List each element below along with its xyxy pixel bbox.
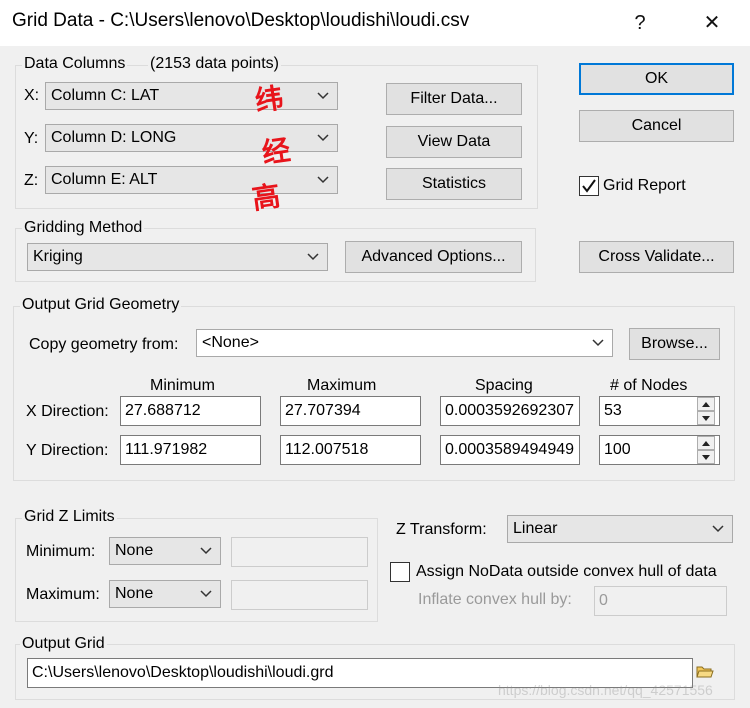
- grid-data-dialog: Grid Data - C:\Users\lenovo\Desktop\loud…: [0, 0, 750, 708]
- x-column-select[interactable]: Column C: LAT: [45, 82, 338, 110]
- header-nodes: # of Nodes: [610, 377, 688, 394]
- z-maximum-value: None: [115, 585, 154, 602]
- inflate-hull-label: Inflate convex hull by:: [418, 591, 572, 608]
- data-columns-label: Data Columns: [22, 55, 128, 73]
- grid-report-label: Grid Report: [603, 177, 686, 194]
- gridding-method-value: Kriging: [33, 248, 83, 265]
- gridding-method-select[interactable]: Kriging: [27, 243, 328, 271]
- y-spacing-input[interactable]: 0.0003589494949: [440, 435, 580, 465]
- inflate-hull-input[interactable]: 0: [594, 586, 727, 616]
- handwritten-annotation-long: 经: [260, 133, 293, 170]
- spin-up-icon[interactable]: [697, 397, 715, 411]
- assign-nodata-checkbox[interactable]: [390, 562, 410, 582]
- z-transform-label: Z Transform:: [396, 521, 487, 538]
- browse-button[interactable]: Browse...: [629, 328, 720, 360]
- y-column-select[interactable]: Column D: LONG: [45, 124, 338, 152]
- output-grid-geometry-label: Output Grid Geometry: [20, 296, 182, 314]
- z-minimum-label: Minimum:: [26, 543, 96, 560]
- z-minimum-value-input[interactable]: [231, 537, 368, 567]
- open-folder-icon[interactable]: [696, 663, 714, 679]
- y-column-value: Column D: LONG: [51, 129, 177, 146]
- copy-geometry-select[interactable]: <None>: [196, 329, 613, 357]
- z-transform-value: Linear: [513, 520, 558, 537]
- x-minimum-input[interactable]: 27.688712: [120, 396, 261, 426]
- x-column-label: X:: [24, 87, 40, 104]
- close-button[interactable]: ✕: [694, 8, 730, 38]
- y-maximum-input[interactable]: 112.007518: [280, 435, 421, 465]
- watermark: https://blog.csdn.net/qq_42571556: [498, 682, 713, 698]
- output-grid-label: Output Grid: [20, 635, 107, 653]
- spin-up-icon[interactable]: [697, 436, 715, 450]
- z-column-value: Column E: ALT: [51, 171, 158, 188]
- chevron-down-icon: [317, 134, 329, 142]
- grid-z-limits-label: Grid Z Limits: [22, 508, 117, 526]
- chevron-down-icon: [307, 253, 319, 261]
- x-nodes-value: 53: [604, 402, 622, 419]
- data-points-count: (2153 data points): [148, 55, 281, 73]
- y-column-label: Y:: [24, 130, 39, 147]
- chevron-down-icon: [592, 339, 604, 347]
- handwritten-annotation-lat: 纬: [253, 81, 286, 118]
- grid-report-checkbox[interactable]: [579, 176, 599, 196]
- filter-data-button[interactable]: Filter Data...: [386, 83, 522, 115]
- ok-button[interactable]: OK: [579, 63, 734, 95]
- y-nodes-value: 100: [604, 441, 631, 458]
- spin-down-icon[interactable]: [697, 450, 715, 464]
- z-column-select[interactable]: Column E: ALT: [45, 166, 338, 194]
- cross-validate-button[interactable]: Cross Validate...: [579, 241, 734, 273]
- assign-nodata-label: Assign NoData outside convex hull of dat…: [416, 563, 717, 580]
- handwritten-annotation-alt: 高: [250, 179, 283, 216]
- x-spacing-input[interactable]: 0.0003592692307: [440, 396, 580, 426]
- header-spacing: Spacing: [475, 377, 533, 394]
- y-direction-label: Y Direction:: [26, 442, 109, 459]
- x-direction-label: X Direction:: [26, 403, 109, 420]
- z-maximum-select[interactable]: None: [109, 580, 221, 608]
- view-data-button[interactable]: View Data: [386, 126, 522, 158]
- chevron-down-icon: [200, 590, 212, 598]
- z-transform-select[interactable]: Linear: [507, 515, 733, 543]
- chevron-down-icon: [200, 547, 212, 555]
- y-minimum-input[interactable]: 111.971982: [120, 435, 261, 465]
- title-bar: Grid Data - C:\Users\lenovo\Desktop\loud…: [0, 0, 750, 46]
- z-minimum-select[interactable]: None: [109, 537, 221, 565]
- copy-geometry-label: Copy geometry from:: [29, 336, 179, 353]
- chevron-down-icon: [712, 525, 724, 533]
- advanced-options-button[interactable]: Advanced Options...: [345, 241, 522, 273]
- copy-geometry-value: <None>: [202, 334, 259, 351]
- x-nodes-spinner[interactable]: [697, 397, 715, 425]
- window-title: Grid Data - C:\Users\lenovo\Desktop\loud…: [12, 10, 470, 31]
- statistics-button[interactable]: Statistics: [386, 168, 522, 200]
- header-minimum: Minimum: [150, 377, 215, 394]
- x-maximum-input[interactable]: 27.707394: [280, 396, 421, 426]
- cancel-button[interactable]: Cancel: [579, 110, 734, 142]
- z-column-label: Z:: [24, 172, 39, 189]
- checkmark-icon: [582, 179, 596, 193]
- help-button[interactable]: ?: [622, 8, 658, 38]
- z-maximum-label: Maximum:: [26, 586, 100, 603]
- z-maximum-value-input[interactable]: [231, 580, 368, 610]
- z-minimum-value: None: [115, 542, 154, 559]
- spin-down-icon[interactable]: [697, 411, 715, 425]
- chevron-down-icon: [317, 92, 329, 100]
- chevron-down-icon: [317, 176, 329, 184]
- x-column-value: Column C: LAT: [51, 87, 160, 104]
- gridding-method-label: Gridding Method: [22, 219, 145, 237]
- y-nodes-spinner[interactable]: [697, 436, 715, 464]
- header-maximum: Maximum: [307, 377, 377, 394]
